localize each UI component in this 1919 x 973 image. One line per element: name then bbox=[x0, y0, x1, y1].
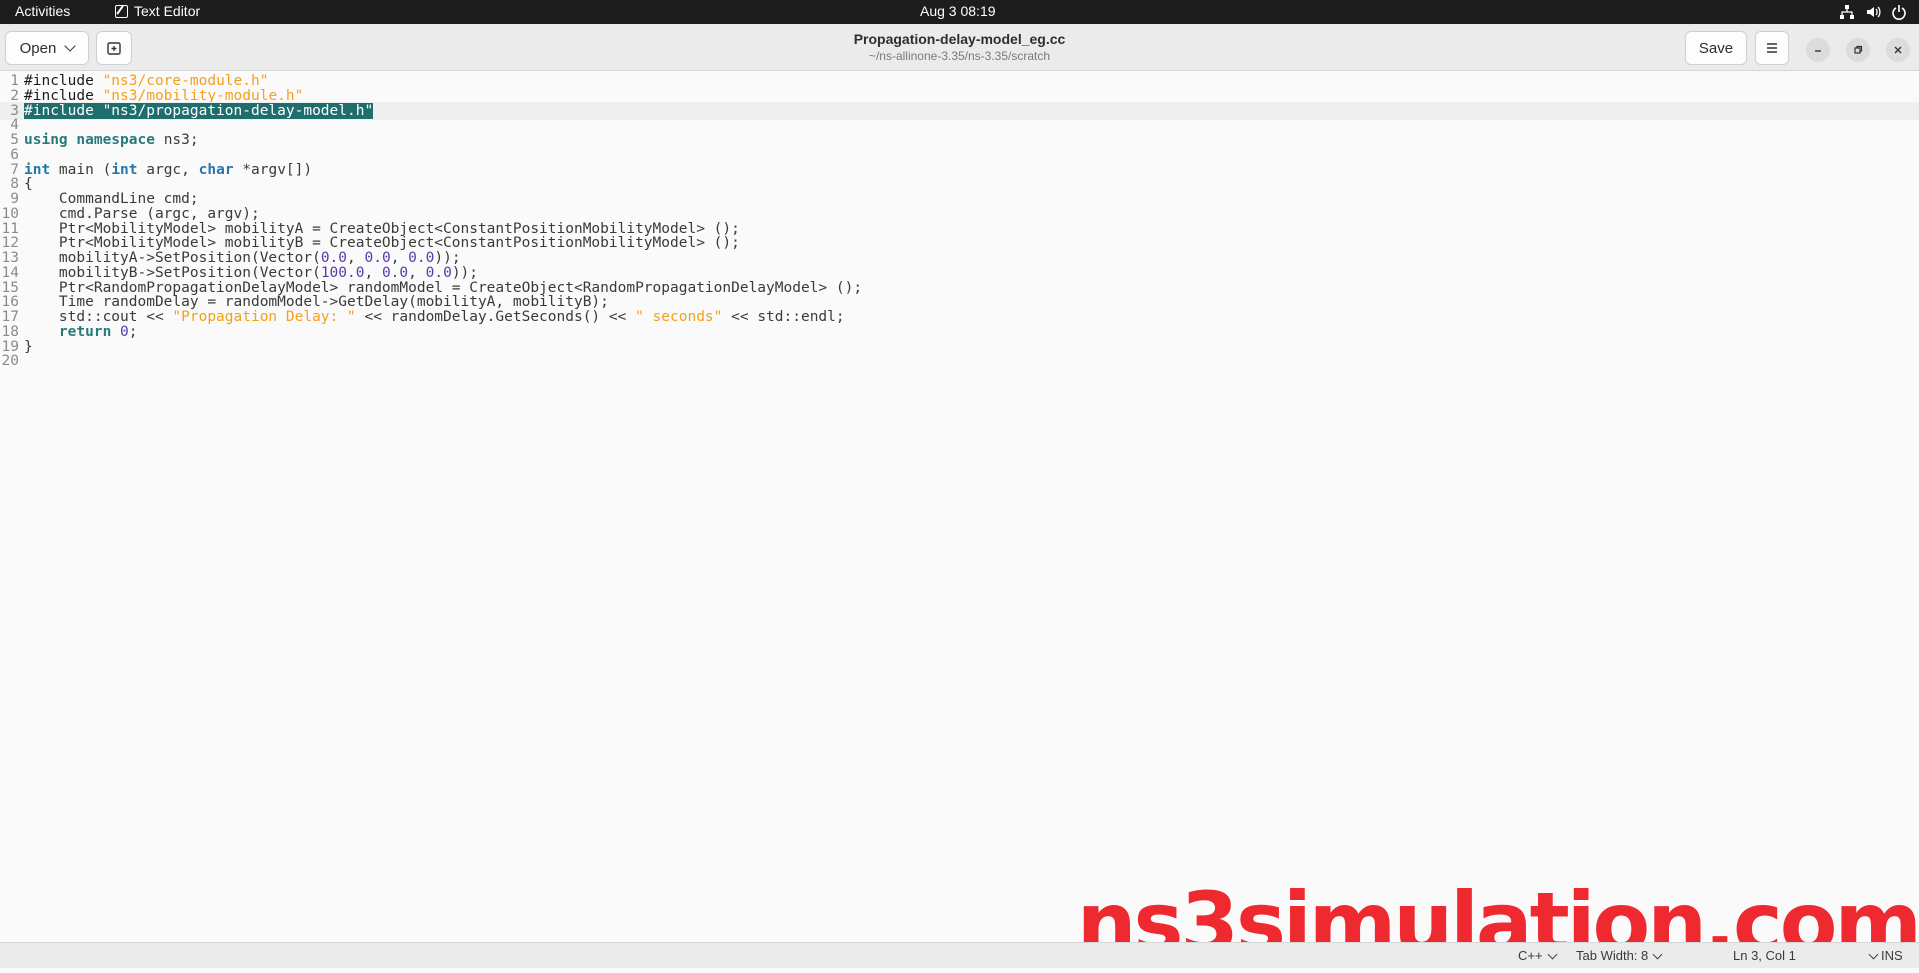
line-number: 20 bbox=[1, 353, 19, 370]
app-menu[interactable]: Text Editor bbox=[115, 3, 200, 19]
insert-mode-indicator[interactable]: INS bbox=[1881, 948, 1903, 963]
save-button[interactable]: Save bbox=[1685, 31, 1747, 65]
power-icon[interactable] bbox=[1891, 4, 1907, 20]
close-button[interactable] bbox=[1886, 38, 1910, 62]
text-editor-icon bbox=[115, 4, 128, 18]
app-name-label: Text Editor bbox=[134, 3, 201, 19]
document-title: Propagation-delay-model_eg.cc bbox=[853, 31, 1066, 47]
system-tray[interactable] bbox=[1839, 2, 1907, 22]
tab-width-label: Tab Width: 8 bbox=[1576, 948, 1649, 963]
cursor-position-selector[interactable]: Ln 3, Col 1 bbox=[1733, 948, 1879, 963]
language-selector[interactable]: C++ bbox=[1518, 948, 1558, 963]
cursor-position-label: Ln 3, Col 1 bbox=[1733, 948, 1796, 963]
status-bar: C++ Tab Width: 8 Ln 3, Col 1 INS bbox=[0, 942, 1919, 968]
volume-icon[interactable] bbox=[1865, 4, 1881, 20]
clock[interactable]: Aug 3 08:19 bbox=[920, 3, 996, 19]
activities-button[interactable]: Activities bbox=[15, 3, 70, 19]
chevron-down-icon bbox=[1547, 949, 1558, 959]
code-line[interactable]: 20 bbox=[0, 352, 1919, 370]
header-bar: Open Propagation-delay-model_eg.cc ~/ns-… bbox=[0, 24, 1919, 71]
close-icon bbox=[1894, 46, 1902, 54]
system-top-bar: Activities Text Editor Aug 3 08:19 bbox=[0, 0, 1919, 24]
minimize-button[interactable] bbox=[1806, 38, 1830, 62]
chevron-down-icon bbox=[1868, 949, 1879, 959]
restore-icon bbox=[1854, 45, 1863, 54]
language-label: C++ bbox=[1518, 948, 1543, 963]
document-path: ~/ns-allinone-3.35/ns-3.35/scratch bbox=[868, 49, 1051, 63]
hamburger-menu-icon bbox=[1767, 43, 1777, 53]
main-menu-button[interactable] bbox=[1755, 31, 1789, 65]
minimize-icon bbox=[1815, 50, 1821, 52]
code-editor[interactable]: 1 #include "ns3/core-module.h" 2 #include "… bbox=[0, 72, 1919, 942]
maximize-button[interactable] bbox=[1846, 38, 1870, 62]
tab-width-selector[interactable]: Tab Width: 8 bbox=[1576, 948, 1663, 963]
chevron-down-icon bbox=[1652, 949, 1663, 959]
network-icon[interactable] bbox=[1839, 4, 1855, 20]
